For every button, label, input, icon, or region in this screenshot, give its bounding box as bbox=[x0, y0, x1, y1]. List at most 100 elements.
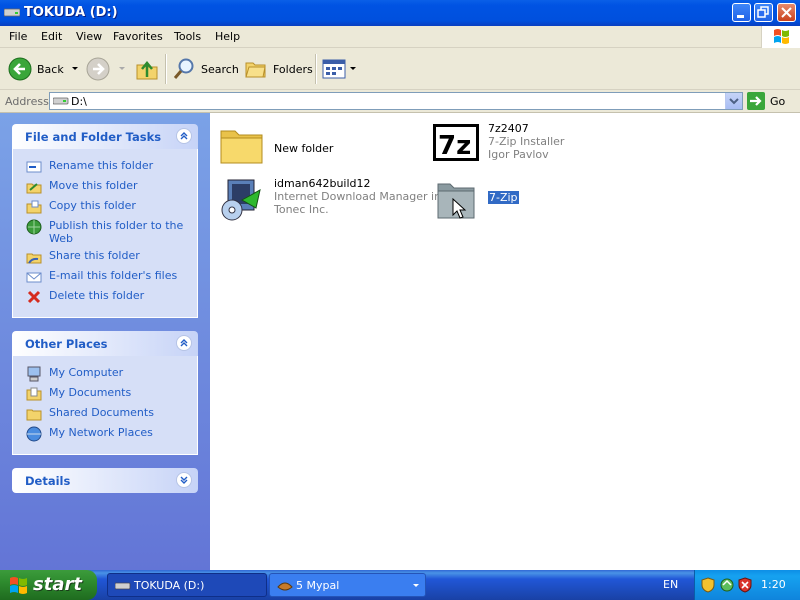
panel-header[interactable]: Details bbox=[12, 468, 198, 493]
task-share-folder[interactable]: Share this folder bbox=[13, 249, 197, 265]
task-copy-folder[interactable]: Copy this folder bbox=[13, 199, 197, 215]
file-item-7z2407[interactable]: 7z 7z2407 7-Zip Installer Igor Pavlov bbox=[432, 121, 632, 171]
drive-icon bbox=[53, 97, 69, 105]
mouse-cursor-icon bbox=[452, 198, 467, 219]
drive-icon bbox=[4, 8, 20, 17]
file-item-7zip-folder[interactable]: 7-Zip bbox=[432, 176, 632, 226]
toolbar-separator bbox=[165, 54, 167, 84]
minimize-icon bbox=[737, 15, 744, 18]
place-my-network-places[interactable]: My Network Places bbox=[13, 426, 197, 442]
file-description: 7-Zip Installer bbox=[488, 135, 565, 148]
menu-edit[interactable]: Edit bbox=[41, 30, 62, 43]
task-email-files[interactable]: E-mail this folder's files bbox=[13, 269, 197, 285]
restore-button[interactable] bbox=[754, 3, 773, 22]
task-label: E-mail this folder's files bbox=[49, 269, 178, 282]
taskbar-item-label: TOKUDA (D:) bbox=[134, 579, 205, 592]
go-button[interactable]: Go bbox=[747, 92, 785, 110]
back-button[interactable]: Back bbox=[8, 55, 81, 83]
panel-title: Details bbox=[25, 474, 71, 488]
network-tray-icon[interactable] bbox=[719, 577, 735, 593]
chevron-down-icon[interactable] bbox=[69, 64, 81, 74]
taskbar-item-tokuda[interactable]: TOKUDA (D:) bbox=[107, 573, 267, 597]
start-button[interactable]: start bbox=[0, 570, 97, 600]
security-shield-icon[interactable] bbox=[701, 577, 715, 593]
minimize-button[interactable] bbox=[732, 3, 751, 22]
panel-header[interactable]: Other Places bbox=[12, 331, 198, 356]
search-icon bbox=[173, 58, 194, 79]
go-arrow-icon bbox=[747, 92, 765, 110]
task-rename-folder[interactable]: Rename this folder bbox=[13, 159, 197, 175]
folders-button[interactable]: Folders bbox=[244, 55, 313, 83]
file-description: Internet Download Manager in... bbox=[274, 190, 452, 203]
place-my-computer[interactable]: My Computer bbox=[13, 366, 197, 382]
place-shared-documents[interactable]: Shared Documents bbox=[13, 406, 197, 422]
collapse-button[interactable] bbox=[176, 335, 192, 351]
file-item-idman642build12[interactable]: idman642build12 Internet Download Manage… bbox=[218, 176, 452, 226]
up-folder-icon bbox=[136, 61, 158, 80]
selected-file-name[interactable]: 7-Zip bbox=[488, 191, 519, 204]
title-bar[interactable]: TOKUDA (D:) bbox=[0, 0, 800, 26]
chevron-down-icon bbox=[180, 476, 188, 484]
forward-button[interactable] bbox=[86, 55, 128, 83]
address-input[interactable]: D:\ bbox=[49, 92, 743, 110]
idm-installer-icon bbox=[221, 179, 261, 221]
chevron-up-icon bbox=[180, 339, 188, 347]
task-label: Share this folder bbox=[49, 249, 140, 262]
panel-title: File and Folder Tasks bbox=[25, 130, 162, 144]
restore-icon bbox=[757, 6, 769, 18]
panel-body: My Computer My Documents Shared Document… bbox=[12, 356, 198, 455]
move-icon bbox=[26, 183, 42, 194]
file-list[interactable]: New folder 7z 7z2407 7-Zip Installer Igo… bbox=[210, 113, 800, 570]
window-title: TOKUDA (D:) bbox=[24, 5, 118, 20]
address-dropdown-button[interactable] bbox=[725, 93, 742, 109]
place-label: My Documents bbox=[49, 386, 132, 399]
place-label: My Computer bbox=[49, 366, 124, 379]
task-delete-folder[interactable]: Delete this folder bbox=[13, 289, 197, 305]
forward-arrow-icon bbox=[86, 57, 110, 81]
task-publish-folder[interactable]: Publish this folder to the Web bbox=[13, 219, 197, 245]
chevron-down-icon bbox=[413, 584, 419, 587]
place-my-documents[interactable]: My Documents bbox=[13, 386, 197, 402]
file-name: New folder bbox=[274, 142, 334, 155]
toolbar: Back Search Folders bbox=[0, 48, 800, 90]
folders-icon bbox=[245, 62, 266, 78]
chevron-down-icon[interactable] bbox=[116, 64, 128, 74]
file-folder-tasks-panel: File and Folder Tasks Rename this folder… bbox=[12, 124, 198, 318]
taskbar-item-mypal[interactable]: 5 Mypal bbox=[269, 573, 426, 597]
task-label: Delete this folder bbox=[49, 289, 145, 302]
task-label: Copy this folder bbox=[49, 199, 136, 212]
menu-file[interactable]: File bbox=[9, 30, 27, 43]
up-folder-button[interactable] bbox=[135, 55, 159, 83]
views-button[interactable] bbox=[322, 55, 358, 83]
menu-favorites[interactable]: Favorites bbox=[113, 30, 163, 43]
windows-logo-icon bbox=[10, 577, 27, 594]
language-indicator[interactable]: EN bbox=[663, 578, 678, 591]
menu-bar: File Edit View Favorites Tools Help bbox=[0, 26, 800, 48]
copy-icon bbox=[26, 200, 42, 214]
panel-title: Other Places bbox=[25, 337, 108, 351]
drive-icon bbox=[115, 582, 131, 590]
file-item-new-folder[interactable]: New folder bbox=[218, 121, 418, 171]
task-move-folder[interactable]: Move this folder bbox=[13, 179, 197, 195]
back-arrow-icon bbox=[8, 57, 32, 81]
file-name: 7z2407 bbox=[488, 122, 529, 135]
close-icon bbox=[781, 7, 792, 18]
chevron-down-icon[interactable] bbox=[348, 64, 358, 74]
collapse-button[interactable] bbox=[176, 128, 192, 144]
menu-view[interactable]: View bbox=[76, 30, 102, 43]
windows-logo-icon bbox=[761, 26, 800, 48]
antivirus-tray-icon[interactable] bbox=[737, 577, 753, 593]
clock[interactable]: 1:20 bbox=[761, 578, 786, 591]
rename-icon bbox=[26, 161, 42, 173]
search-button[interactable]: Search bbox=[172, 55, 239, 83]
folders-label: Folders bbox=[273, 62, 313, 76]
close-button[interactable] bbox=[777, 3, 796, 22]
menu-help[interactable]: Help bbox=[215, 30, 240, 43]
expand-button[interactable] bbox=[176, 472, 192, 488]
views-icon bbox=[322, 59, 346, 79]
other-places-panel: Other Places My Computer My Documents Sh… bbox=[12, 331, 198, 455]
panel-header[interactable]: File and Folder Tasks bbox=[12, 124, 198, 149]
place-label: My Network Places bbox=[49, 426, 153, 439]
documents-folder-icon bbox=[26, 387, 42, 401]
menu-tools[interactable]: Tools bbox=[174, 30, 201, 43]
